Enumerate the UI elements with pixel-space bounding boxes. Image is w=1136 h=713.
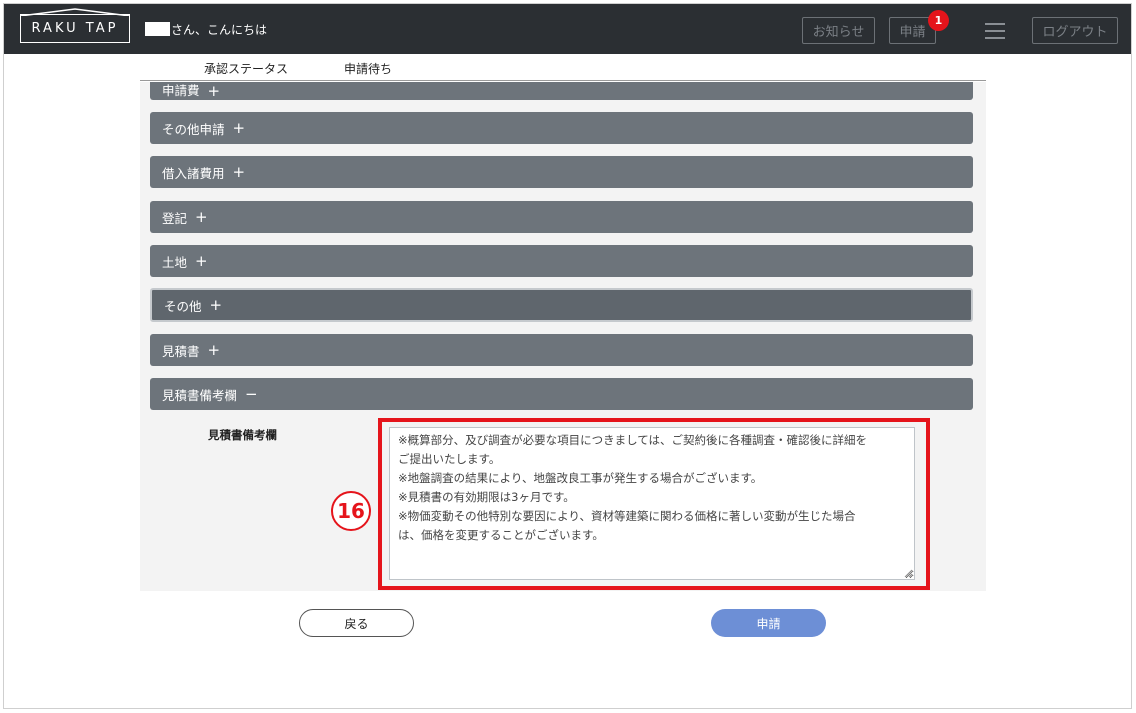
- expand-icon: +: [207, 340, 221, 359]
- expand-icon: +: [209, 295, 223, 314]
- remarks-textarea[interactable]: ※概算部分、及び調査が必要な項目につきましては、ご契約後に各種調査・確認後に詳細…: [389, 427, 915, 580]
- accordion-land[interactable]: 土地 +: [150, 245, 973, 277]
- logout-button[interactable]: ログアウト: [1032, 17, 1118, 44]
- accordion-application-fee[interactable]: 申請費 +: [150, 82, 973, 100]
- annotation-number-badge: 16: [331, 491, 371, 531]
- accordion-registration[interactable]: 登記 +: [150, 201, 973, 233]
- notice-button[interactable]: お知らせ: [802, 17, 875, 44]
- redacted-user-name: [145, 22, 170, 36]
- accordion-label: その他: [164, 298, 202, 314]
- approval-status-bar: 承認ステータス 申請待ち: [140, 54, 986, 81]
- accordion-label: 登記: [162, 210, 188, 226]
- accordion-loan-expenses[interactable]: 借入諸費用 +: [150, 156, 973, 188]
- accordion-label: 申請費: [162, 83, 200, 98]
- logo-text: RAKU TAP: [31, 21, 119, 36]
- accordion-other-application[interactable]: その他申請 +: [150, 112, 973, 144]
- accordion-label: 見積書: [162, 343, 200, 359]
- expand-icon: +: [232, 162, 246, 181]
- status-value: 申請待ち: [344, 62, 393, 76]
- collapse-icon: −: [245, 384, 258, 403]
- accordion-label: その他申請: [162, 121, 225, 137]
- expand-icon: +: [195, 251, 208, 270]
- submit-apply-button[interactable]: 申請: [711, 609, 826, 637]
- resize-grip-icon[interactable]: [904, 569, 913, 578]
- back-button[interactable]: 戻る: [299, 609, 414, 637]
- logo[interactable]: RAKU TAP: [20, 14, 130, 43]
- accordion-other[interactable]: その他 +: [150, 288, 973, 322]
- accordion-label: 土地: [162, 254, 188, 270]
- expand-icon: +: [195, 207, 208, 226]
- expand-icon: +: [232, 118, 246, 137]
- accordion-estimate[interactable]: 見積書 +: [150, 334, 973, 366]
- greeting-text: さん、こんにちは: [171, 23, 268, 37]
- apply-count-badge: 1: [928, 10, 949, 31]
- expand-icon: +: [207, 82, 221, 100]
- hamburger-menu-icon[interactable]: [985, 23, 1005, 39]
- accordion-label: 見積書備考欄: [162, 387, 238, 403]
- status-label: 承認ステータス: [204, 62, 289, 76]
- remarks-field-label: 見積書備考欄: [208, 428, 277, 442]
- accordion-estimate-remarks[interactable]: 見積書備考欄 −: [150, 378, 973, 410]
- accordion-label: 借入諸費用: [162, 165, 225, 181]
